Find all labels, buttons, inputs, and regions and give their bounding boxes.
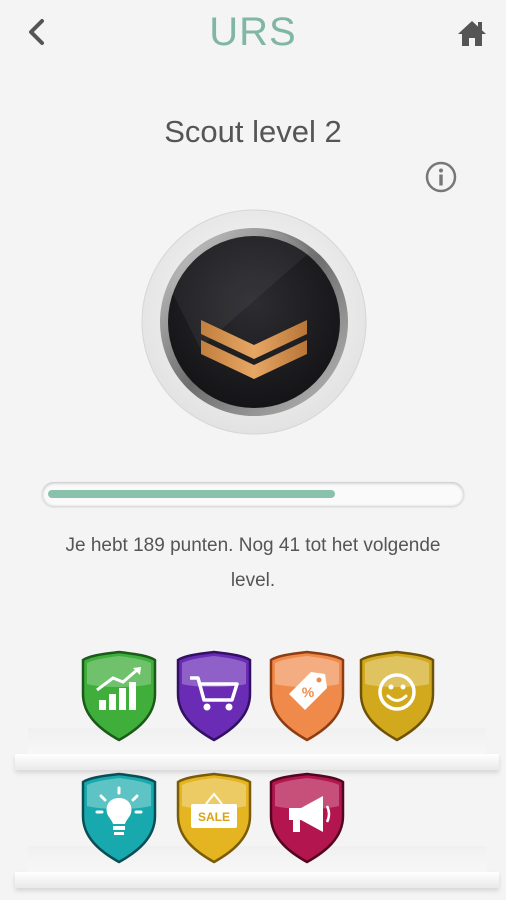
level-progress-bar (42, 482, 464, 506)
achievement-growth[interactable] (79, 648, 159, 744)
info-icon[interactable] (424, 160, 458, 194)
points-status-text: Je hebt 189 punten. Nog 41 tot het volge… (65, 535, 441, 591)
shelf-top (15, 754, 499, 770)
growth-chart-icon (81, 650, 157, 742)
rank-badge (140, 208, 368, 436)
achievement-shopping[interactable] (174, 648, 254, 744)
logo-text: URS (209, 10, 297, 54)
sale-sign-icon: SALE (176, 772, 252, 864)
achievement-discount[interactable]: % (267, 648, 347, 744)
megaphone-icon (269, 772, 345, 864)
top-bar: URS (0, 0, 506, 70)
home-icon[interactable] (456, 18, 488, 48)
achievement-idea[interactable] (79, 770, 159, 866)
lightbulb-icon (81, 772, 157, 864)
achievement-smiley[interactable] (357, 648, 437, 744)
app-logo: URS (0, 10, 506, 55)
shopping-cart-icon (176, 650, 252, 742)
progress-fill (48, 490, 335, 498)
smiley-icon (359, 650, 435, 742)
svg-text:SALE: SALE (198, 810, 230, 824)
svg-text:%: % (302, 684, 315, 700)
shelf-bottom (15, 872, 499, 888)
chevron-rank-icon (141, 209, 367, 435)
level-title: Scout level 2 (164, 114, 342, 149)
discount-tag-icon: % (269, 650, 345, 742)
achievement-sale[interactable]: SALE (174, 770, 254, 866)
achievement-promotion[interactable] (267, 770, 347, 866)
